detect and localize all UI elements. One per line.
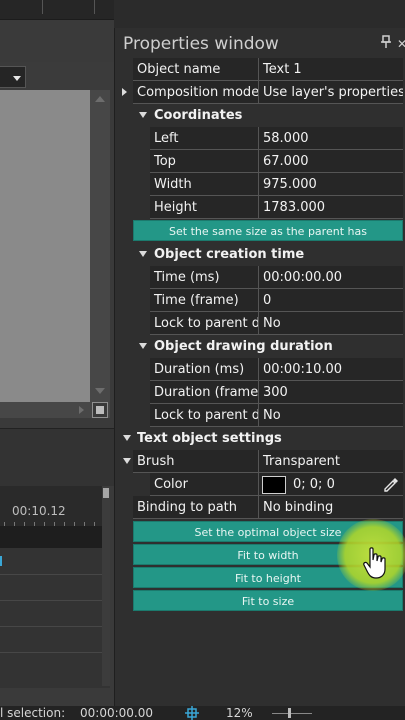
scrollbar-thumb[interactable] [103, 488, 109, 498]
chevron-down-icon[interactable] [123, 458, 131, 464]
timeline-ruler-label: 00:10.12 [12, 504, 66, 518]
chevron-down-icon[interactable] [139, 112, 147, 118]
row-duration-frame[interactable]: Duration (frame) 300 [133, 381, 403, 404]
row-label: Top [150, 150, 259, 173]
top-ruler [0, 0, 114, 20]
layer-dropdown[interactable] [0, 66, 26, 88]
preview-horizontal-scrollbar[interactable] [0, 402, 90, 418]
pin-icon[interactable] [379, 35, 393, 49]
composition-mode-select[interactable]: Use layer's properties [259, 81, 403, 104]
status-bar: l selection: 00:00:00.00 12% [0, 706, 405, 720]
time-ms-field[interactable]: 00:00:00.00 [259, 266, 403, 289]
fit-to-window-icon[interactable] [92, 402, 108, 418]
scroll-down-icon[interactable] [95, 388, 105, 394]
row-width[interactable]: Width 975.000 [133, 173, 403, 196]
row-duration-ms[interactable]: Duration (ms) 00:00:10.00 [133, 358, 403, 381]
timeline-marker-strip [0, 526, 110, 548]
lock-parent-duration-select[interactable]: No [259, 404, 403, 427]
scroll-up-icon[interactable] [95, 96, 105, 102]
duration-ms-field[interactable]: 00:00:10.00 [259, 358, 403, 381]
row-label: Lock to parent duration [150, 312, 259, 335]
section-coordinates[interactable]: Coordinates [133, 104, 403, 127]
section-label: Text object settings [137, 431, 282, 446]
row-left[interactable]: Left 58.000 [133, 127, 403, 150]
section-drawing-duration[interactable]: Object drawing duration [133, 335, 403, 358]
editor-area: 00:10.12 [0, 0, 114, 706]
selection-label: l selection: [0, 706, 66, 720]
row-label: Time (ms) [150, 266, 259, 289]
chevron-down-icon[interactable] [123, 435, 131, 441]
row-label: Time (frame) [150, 289, 259, 312]
zoom-level: 12% [226, 706, 253, 720]
object-name-field[interactable]: Text 1 [259, 58, 403, 81]
hand-cursor-icon [363, 547, 386, 579]
timeline-tracks[interactable] [0, 548, 110, 688]
row-brush[interactable]: Brush Transparent [123, 450, 403, 473]
row-label: Binding to path [133, 496, 259, 519]
row-binding[interactable]: Binding to path No binding [133, 496, 403, 519]
row-lock-parent-creation[interactable]: Lock to parent duration No [133, 312, 403, 335]
close-icon[interactable]: ✕ [397, 37, 405, 51]
row-object-name[interactable]: Object name Text 1 [133, 58, 403, 81]
fit-to-size-button[interactable]: Fit to size [133, 590, 403, 611]
row-composition-mode[interactable]: Composition mode Use layer's properties [122, 81, 403, 104]
eyedropper-icon[interactable] [382, 476, 400, 494]
row-label: Object name [133, 58, 259, 81]
section-label: Object drawing duration [154, 339, 333, 354]
section-label: Coordinates [154, 108, 243, 123]
section-text-settings[interactable]: Text object settings [123, 427, 403, 450]
playhead-marker[interactable] [0, 556, 2, 566]
brush-select[interactable]: Transparent [259, 450, 403, 473]
row-time-ms[interactable]: Time (ms) 00:00:00.00 [133, 266, 403, 289]
move-icon[interactable] [184, 706, 200, 720]
same-size-as-parent-button[interactable]: Set the same size as the parent has [133, 220, 403, 241]
time-frame-field[interactable]: 0 [259, 289, 403, 312]
selection-time: 00:00:00.00 [80, 706, 153, 720]
scroll-right-icon[interactable] [79, 406, 84, 414]
row-label: Brush [133, 450, 259, 473]
properties-window-title: Properties window [123, 34, 279, 54]
timeline-header [0, 428, 114, 486]
zoom-slider[interactable] [272, 713, 312, 714]
chevron-right-icon[interactable] [122, 88, 127, 96]
row-label: Lock to parent duration [150, 404, 259, 427]
duration-frame-field[interactable]: 300 [259, 381, 403, 404]
section-label: Object creation time [154, 247, 305, 262]
lock-parent-creation-select[interactable]: No [259, 312, 403, 335]
preview-vertical-scrollbar[interactable] [90, 90, 110, 418]
chevron-down-icon[interactable] [139, 251, 147, 257]
color-swatch[interactable] [262, 476, 286, 494]
preview-canvas[interactable] [0, 90, 90, 418]
timeline-vertical-scrollbar[interactable] [102, 486, 110, 686]
row-top[interactable]: Top 67.000 [133, 150, 403, 173]
section-creation-time[interactable]: Object creation time [133, 243, 403, 266]
binding-select[interactable]: No binding [259, 496, 403, 519]
width-field[interactable]: 975.000 [259, 173, 403, 196]
left-field[interactable]: 58.000 [259, 127, 403, 150]
row-label: Duration (ms) [150, 358, 259, 381]
row-label: Width [150, 173, 259, 196]
chevron-down-icon[interactable] [139, 343, 147, 349]
zoom-slider-handle[interactable] [288, 708, 291, 718]
height-field[interactable]: 1783.000 [259, 196, 403, 219]
row-label: Duration (frame) [150, 381, 259, 404]
row-time-frame[interactable]: Time (frame) 0 [133, 289, 403, 312]
row-label: Left [150, 127, 259, 150]
row-height[interactable]: Height 1783.000 [133, 196, 403, 219]
top-field[interactable]: 67.000 [259, 150, 403, 173]
row-label: Composition mode [133, 81, 259, 104]
chevron-down-icon [13, 76, 21, 81]
row-lock-parent-duration[interactable]: Lock to parent duration No [133, 404, 403, 427]
row-label: Color [150, 473, 259, 496]
row-label: Height [150, 196, 259, 219]
